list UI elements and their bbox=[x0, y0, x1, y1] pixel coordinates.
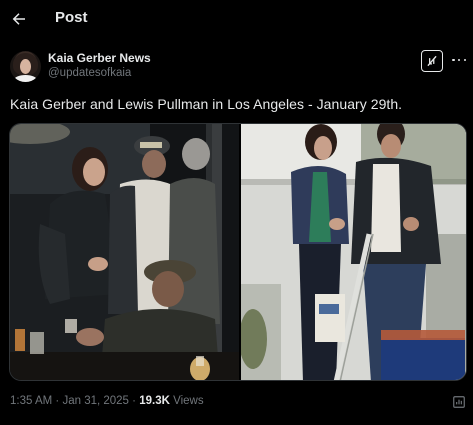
more-icon[interactable] bbox=[452, 52, 466, 68]
grok-icon[interactable] bbox=[421, 50, 443, 72]
avatar[interactable] bbox=[10, 51, 41, 82]
photo-2[interactable] bbox=[241, 124, 466, 380]
meta-separator-2: · bbox=[132, 395, 137, 407]
views-count: 19.3K bbox=[139, 395, 170, 407]
author-name[interactable]: Kaia Gerber News bbox=[48, 51, 151, 65]
meta-separator: · bbox=[55, 395, 60, 407]
post-date[interactable]: Jan 31, 2025 bbox=[62, 395, 129, 407]
arrow-left-icon[interactable] bbox=[8, 8, 30, 30]
photo-1[interactable] bbox=[10, 124, 239, 380]
top-bar: Post bbox=[0, 0, 473, 38]
stats-icon[interactable] bbox=[452, 395, 466, 409]
post-time[interactable]: 1:35 AM bbox=[10, 395, 52, 407]
author-handle[interactable]: @updatesofkaia bbox=[48, 67, 131, 79]
views-label: Views bbox=[173, 395, 204, 407]
post-text: Kaia Gerber and Lewis Pullman in Los Ang… bbox=[10, 96, 403, 112]
page-title: Post bbox=[55, 9, 88, 26]
media-grid[interactable] bbox=[9, 123, 467, 381]
post-meta: 1:35 AM · Jan 31, 2025 · 19.3K Views bbox=[10, 395, 204, 407]
